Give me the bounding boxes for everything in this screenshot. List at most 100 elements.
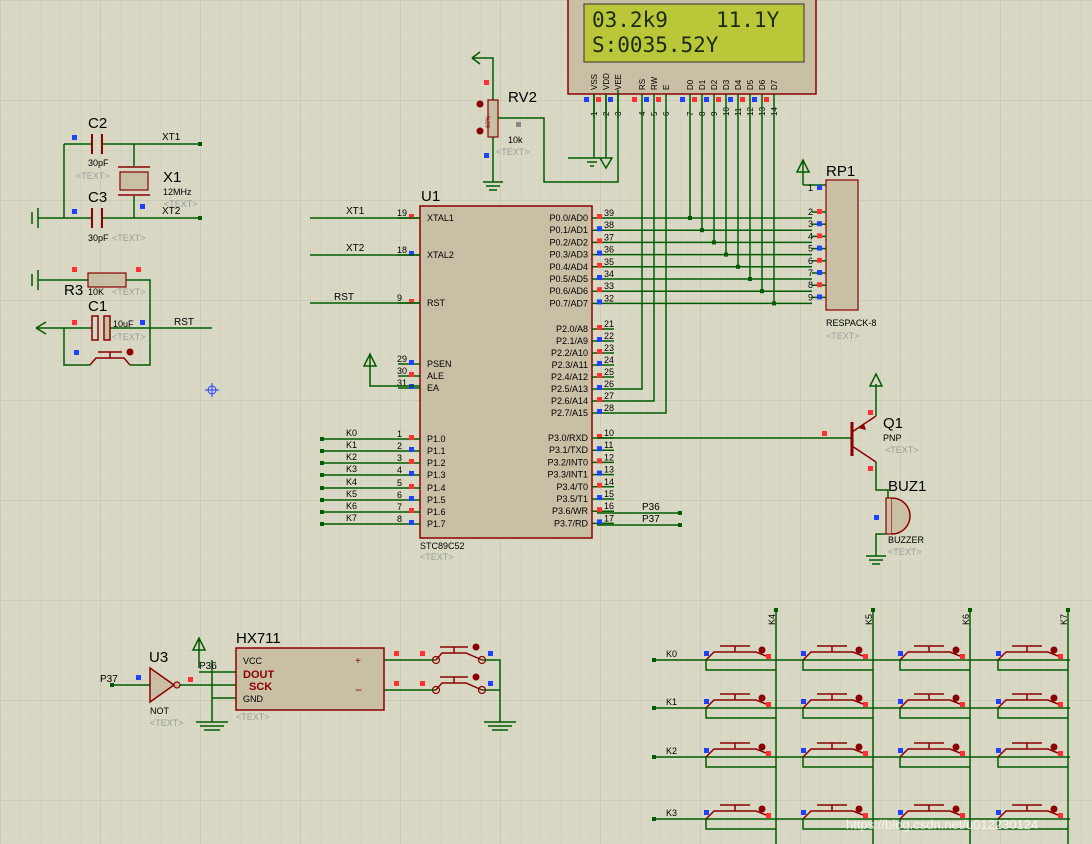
u1-pin-number: 3 xyxy=(397,453,402,463)
u1-pin-name: P0.1/AD1 xyxy=(549,225,588,235)
lcd-pin-name: D1 xyxy=(698,79,707,90)
rp1-pin-number: 2 xyxy=(808,207,813,217)
u1-text: <TEXT> xyxy=(420,552,454,562)
lcd-pin-name: RS xyxy=(638,79,647,90)
pin-marker xyxy=(136,267,141,272)
pin-marker xyxy=(704,97,709,102)
net-label-p36: P36 xyxy=(642,502,660,513)
u1-pin-number: 39 xyxy=(604,208,614,218)
u1-pin-name: P1.6 xyxy=(427,507,446,517)
pin-marker xyxy=(817,221,822,227)
pin-marker xyxy=(597,519,602,525)
key-contact xyxy=(952,805,960,813)
pin-marker xyxy=(1058,813,1063,818)
u1-pin-number: 34 xyxy=(604,269,614,279)
rp1-body xyxy=(825,179,859,311)
u1-part: STC89C52 xyxy=(420,541,465,551)
pin-marker xyxy=(766,751,771,756)
lcd-pin-name: D5 xyxy=(746,79,755,90)
junction-dot xyxy=(712,240,716,245)
keypad-row-label: K1 xyxy=(666,697,677,707)
r3-value: 10K xyxy=(88,287,104,297)
net-label-port1: K3 xyxy=(346,464,357,474)
pin-marker xyxy=(766,813,771,818)
pin-marker xyxy=(597,337,602,342)
pin-marker xyxy=(716,97,721,102)
u1-pin-number: 8 xyxy=(397,514,402,524)
net-dot xyxy=(320,449,324,453)
u1-pin-name: EA xyxy=(427,383,439,393)
pin-marker xyxy=(488,651,493,656)
pin-marker xyxy=(740,97,745,102)
hx711-minus: − xyxy=(355,683,362,697)
lcd-line1-right: 11.1Y xyxy=(716,8,780,32)
net-label-port1: K2 xyxy=(346,452,357,462)
key-contact xyxy=(758,805,766,813)
pin-marker xyxy=(409,496,414,501)
pin-marker xyxy=(898,699,903,704)
x1-value: 12MHz xyxy=(163,187,192,197)
pin-marker xyxy=(608,97,613,102)
r3-resistor xyxy=(87,272,127,288)
u1-pin-name: P0.4/AD4 xyxy=(549,262,588,272)
lcd-pin-name: D7 xyxy=(770,79,779,90)
lcd-pin-name: D0 xyxy=(686,79,695,90)
rp1-ref: RP1 xyxy=(826,163,855,180)
c1-value: 10uF xyxy=(113,319,134,329)
c3-ref: C3 xyxy=(88,189,107,206)
u1-pin-number: 2 xyxy=(397,441,402,451)
lcd-pin-name: RW xyxy=(650,76,659,90)
pin-marker xyxy=(898,748,903,753)
u1-pin-name: P0.7/AD7 xyxy=(549,298,588,308)
u1-pin-number: 35 xyxy=(604,257,614,267)
net-label-xt1: XT1 xyxy=(346,206,365,217)
u1-pin-name: P0.5/AD5 xyxy=(549,274,588,284)
net-label-port1: K5 xyxy=(346,489,357,499)
u1-pin-number: 4 xyxy=(397,465,402,475)
rp1-pin-number: 7 xyxy=(808,268,813,278)
pin-marker xyxy=(409,520,414,525)
pin-marker xyxy=(764,97,769,102)
hx711-gnd: GND xyxy=(243,694,264,704)
u1-pin-number: 13 xyxy=(604,465,614,475)
u1-pin-name: P2.2/A10 xyxy=(551,348,588,358)
u1-pin-number: 28 xyxy=(604,403,614,413)
pin-marker xyxy=(596,97,601,102)
rv2-percent: 60% xyxy=(486,115,492,128)
pin-marker xyxy=(752,97,757,102)
pin-marker xyxy=(766,654,771,659)
net-label-port1: K0 xyxy=(346,428,357,438)
u1-pin-name: P1.0 xyxy=(427,434,446,444)
lcd-pin-name: D6 xyxy=(758,79,767,90)
u1-pin-name: P3.1/TXD xyxy=(549,445,589,455)
pin-marker xyxy=(420,681,425,686)
u1-pin-name: XTAL2 xyxy=(427,250,454,260)
c1-ref: C1 xyxy=(88,298,107,315)
pin-marker xyxy=(996,651,1001,656)
pin-marker xyxy=(898,810,903,815)
pin-marker xyxy=(817,233,822,239)
pin-marker xyxy=(960,654,965,659)
pin-marker xyxy=(680,97,685,102)
pin-marker xyxy=(704,699,709,704)
junction-dot xyxy=(736,264,740,269)
pin-marker xyxy=(409,447,414,452)
keypad-row-label: K0 xyxy=(666,649,677,659)
u1-pin-number: 36 xyxy=(604,245,614,255)
pin-marker xyxy=(597,287,602,293)
u1-pin-name: P0.6/AD6 xyxy=(549,286,588,296)
lcd-line1-left: 03.2k9 xyxy=(592,8,668,32)
pin-marker xyxy=(597,446,602,452)
net-dot xyxy=(320,473,324,477)
u1-pin-name: P0.0/AD0 xyxy=(549,213,588,223)
u1-pin-name: P1.7 xyxy=(427,519,446,529)
key-contact xyxy=(952,743,960,751)
u1-pin-name: P3.0/RXD xyxy=(548,433,589,443)
schematic-canvas[interactable]: 03.2k9 11.1Y S:0035.52Y VSS 1 VDD 2 VEE 3 RS 4 R… xyxy=(0,0,1092,844)
pin-marker xyxy=(597,361,602,366)
u1-pin-name: P2.7/A15 xyxy=(551,408,588,418)
net-dot xyxy=(652,658,656,662)
c3-value: 30pF xyxy=(88,233,109,243)
q1-text: <TEXT> xyxy=(885,445,919,455)
net-label-xt2: XT2 xyxy=(162,206,181,217)
